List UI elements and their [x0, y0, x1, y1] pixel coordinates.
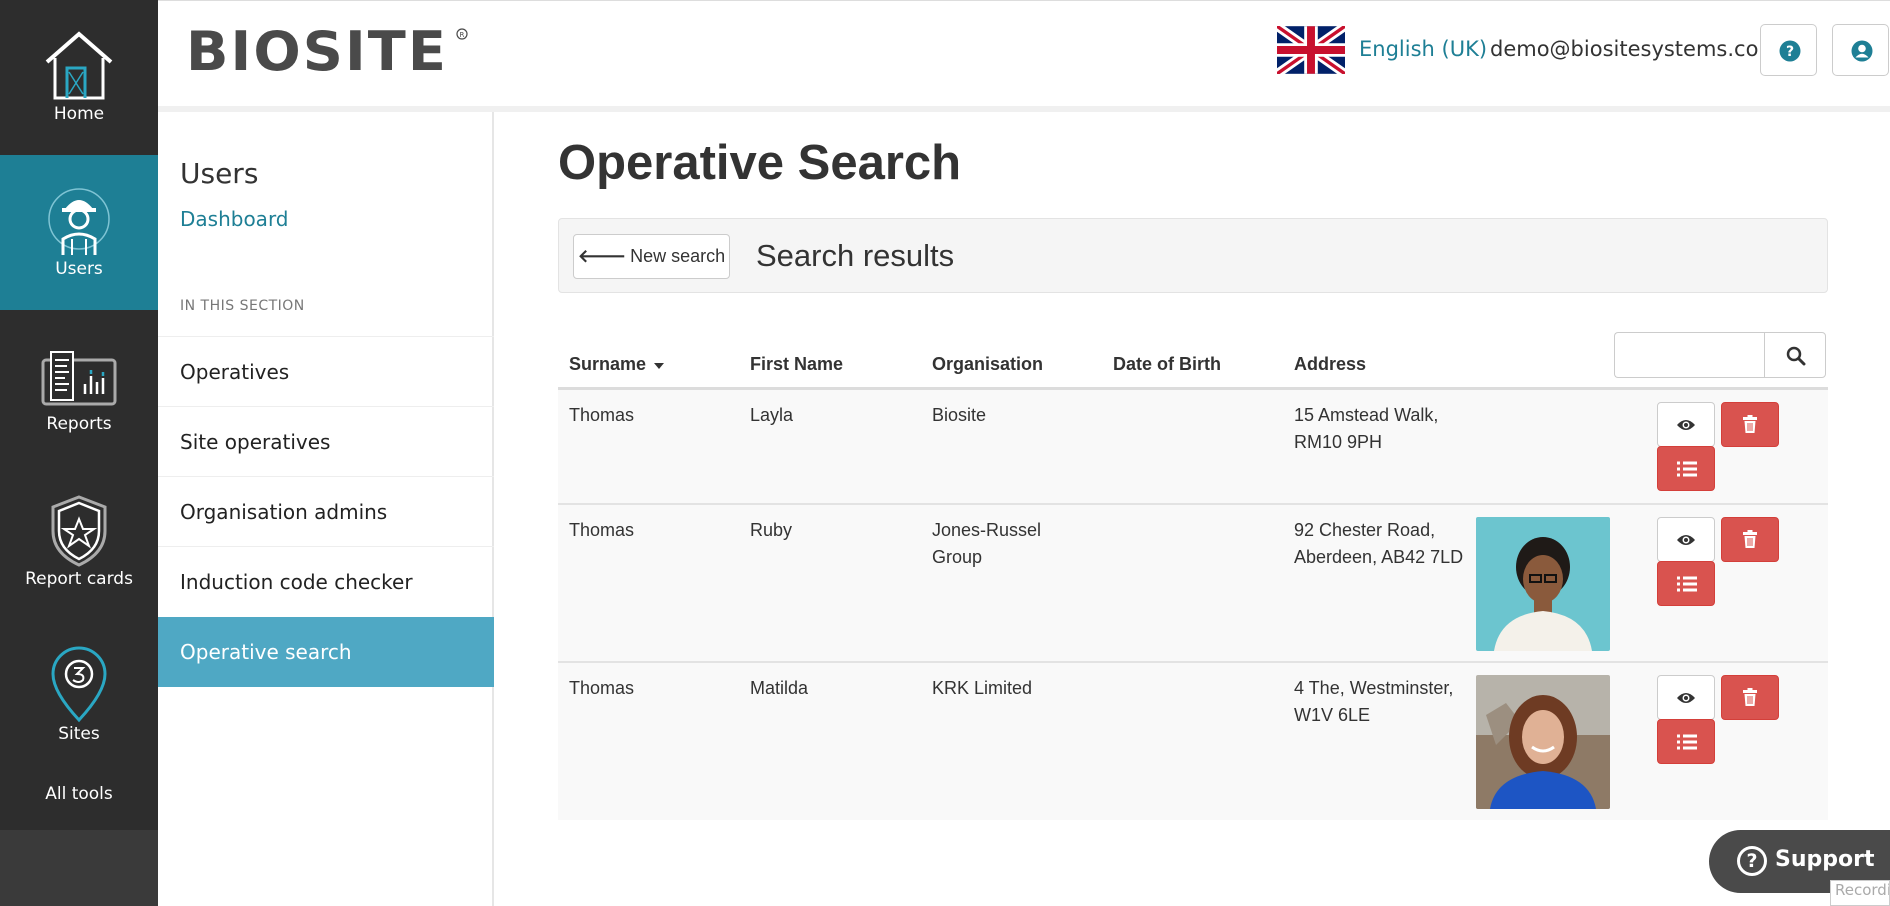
nav-footer: [0, 830, 158, 906]
dashboard-link[interactable]: Dashboard: [180, 207, 289, 231]
main-navigation: Home Users Reports Report cards Sites Al…: [0, 0, 158, 906]
results-toolbar: [558, 218, 1828, 293]
arrow-left-icon: 🡐: [577, 246, 627, 266]
column-header-surname-label: Surname: [569, 354, 647, 374]
search-button[interactable]: [1764, 332, 1826, 378]
search-icon: [1786, 346, 1806, 366]
list-icon: [1677, 461, 1697, 477]
results-heading: Search results: [756, 238, 955, 273]
question-circle-icon: ?: [1779, 40, 1801, 62]
cell-surname: Thomas: [569, 520, 635, 540]
new-search-label: New search: [630, 246, 726, 266]
cell-surname: Thomas: [569, 405, 635, 425]
user-circle-icon: [1851, 40, 1873, 62]
worker-icon: [48, 188, 110, 255]
operative-photo[interactable]: [1476, 517, 1610, 651]
delete-button[interactable]: [1721, 517, 1779, 562]
subnav-item-operative-search[interactable]: Operative search: [158, 617, 494, 687]
new-search-button[interactable]: 🡐 New search: [573, 234, 730, 279]
list-icon: [1677, 734, 1697, 750]
table-row: Thomas Layla Biosite 15 Amstead Walk, RM…: [558, 390, 1828, 505]
column-header-surname[interactable]: Surname: [569, 354, 665, 375]
delete-button[interactable]: [1721, 675, 1779, 720]
subnav-item-organisation-admins[interactable]: Organisation admins: [158, 476, 494, 546]
nav-report-cards[interactable]: Report cards: [0, 465, 158, 620]
table-search-input[interactable]: [1614, 332, 1766, 378]
subnav-item-induction-code-checker[interactable]: Induction code checker: [158, 546, 494, 616]
cell-first-name: Ruby: [750, 520, 793, 540]
column-header-date-of-birth[interactable]: Date of Birth: [1113, 354, 1221, 375]
eye-icon: [1677, 420, 1695, 430]
question-circle-icon: ?: [1737, 846, 1767, 876]
svg-text:?: ?: [1786, 44, 1794, 60]
column-header-first-name[interactable]: First Name: [750, 354, 843, 375]
biosite-logo[interactable]: BIOSITE R: [186, 22, 471, 78]
table-row: Thomas Ruby Jones-Russel Group 92 Cheste…: [558, 505, 1828, 663]
account-button[interactable]: [1832, 24, 1889, 76]
cell-first-name: Layla: [750, 405, 794, 425]
help-button[interactable]: ?: [1760, 24, 1817, 76]
nav-home-label: Home: [53, 104, 105, 124]
language-selector[interactable]: English (UK): [1359, 37, 1487, 61]
table-row: Thomas Matilda KRK Limited 4 The, Westmi…: [558, 663, 1828, 820]
shield-star-icon: [51, 495, 107, 567]
uk-flag-icon[interactable]: [1277, 26, 1345, 74]
nav-home[interactable]: Home: [0, 0, 158, 155]
details-list-button[interactable]: [1657, 446, 1715, 491]
support-label: Support: [1775, 847, 1875, 872]
trash-icon: [1743, 688, 1757, 706]
view-button[interactable]: [1657, 517, 1715, 562]
svg-text:R: R: [460, 31, 465, 39]
nav-reports[interactable]: Reports: [0, 310, 158, 465]
nav-users-label: Users: [55, 259, 103, 279]
map-pin-icon: [51, 646, 107, 723]
user-email: demo@biositesystems.com: [1490, 37, 1779, 61]
nav-all-tools[interactable]: All tools: [0, 784, 158, 804]
trash-icon: [1743, 415, 1757, 433]
column-header-address[interactable]: Address: [1294, 354, 1366, 375]
cell-address: 15 Amstead Walk, RM10 9PH: [1294, 405, 1439, 452]
eye-icon: [1677, 693, 1695, 703]
trash-icon: [1743, 530, 1757, 548]
details-list-button[interactable]: [1657, 561, 1715, 606]
subnav-item-operatives[interactable]: Operatives: [158, 336, 494, 406]
svg-text:BIOSITE: BIOSITE: [186, 22, 448, 78]
reports-icon: [41, 351, 117, 406]
subnav-item-site-operatives[interactable]: Site operatives: [158, 406, 494, 476]
nav-users[interactable]: Users: [0, 155, 158, 310]
operative-photo[interactable]: [1476, 675, 1610, 809]
page-title: Operative Search: [558, 136, 962, 190]
details-list-button[interactable]: [1657, 719, 1715, 764]
eye-icon: [1677, 535, 1695, 545]
delete-button[interactable]: [1721, 402, 1779, 447]
house-icon: [45, 31, 113, 100]
nav-reports-label: Reports: [46, 414, 112, 434]
in-this-section-label: IN THIS SECTION: [180, 298, 305, 314]
column-header-organisation[interactable]: Organisation: [932, 354, 1043, 375]
cell-organisation: KRK Limited: [932, 678, 1033, 698]
cell-organisation: Jones-Russel Group: [932, 520, 1042, 567]
cell-first-name: Matilda: [750, 678, 809, 698]
section-title: Users: [180, 157, 259, 190]
view-button[interactable]: [1657, 675, 1715, 720]
recording-badge: Recording: [1830, 880, 1890, 906]
nav-report-cards-label: Report cards: [25, 569, 133, 589]
cell-organisation: Biosite: [932, 405, 987, 425]
cell-address: 4 The, Westminster, W1V 6LE: [1294, 678, 1454, 725]
nav-sites-label: Sites: [58, 724, 100, 744]
cell-address: 92 Chester Road, Aberdeen, AB42 7LD: [1294, 520, 1464, 567]
nav-sites[interactable]: Sites: [0, 620, 158, 775]
caret-down-icon: [654, 363, 665, 369]
list-icon: [1677, 576, 1697, 592]
view-button[interactable]: [1657, 402, 1715, 447]
cell-surname: Thomas: [569, 678, 635, 698]
